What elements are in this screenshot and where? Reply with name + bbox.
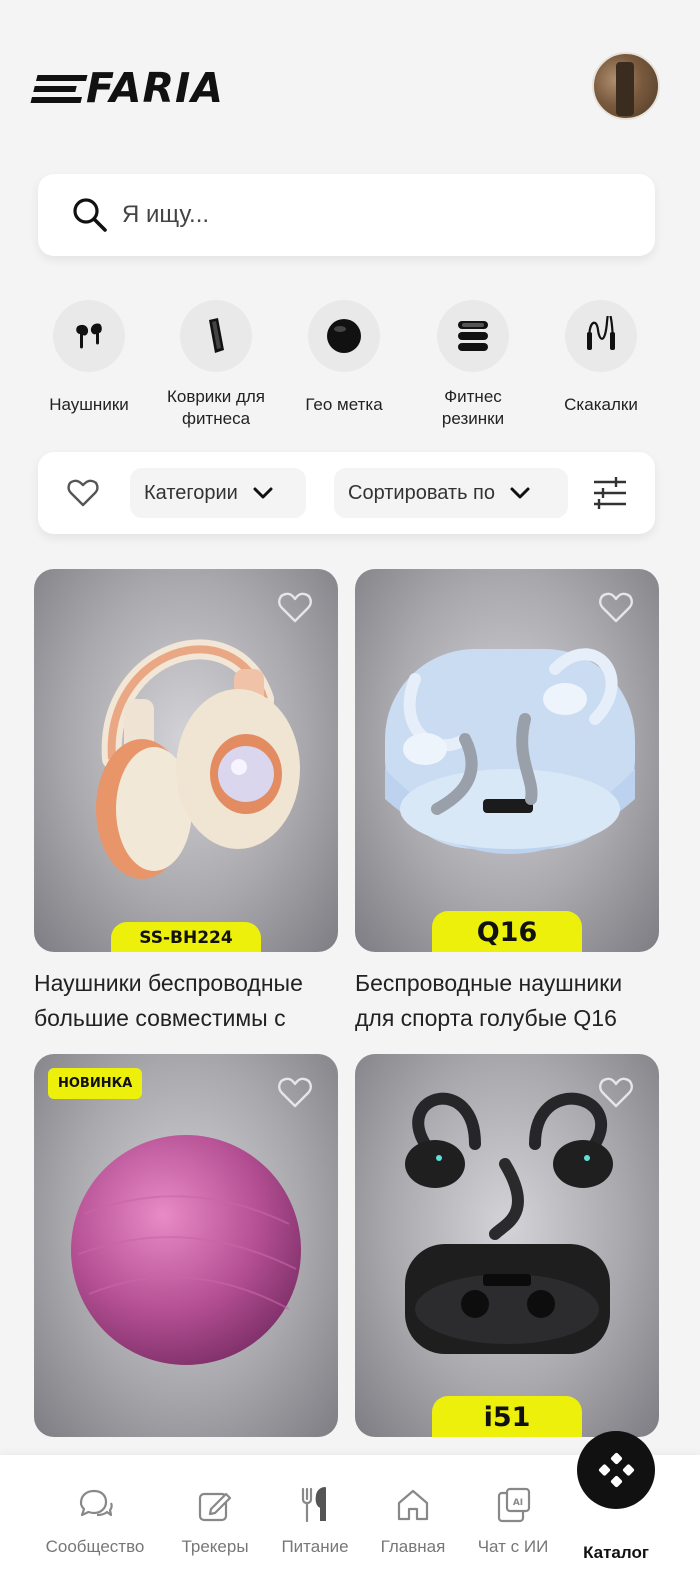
new-badge: НОВИНКА bbox=[48, 1068, 143, 1099]
filter-bar: Категории Сортировать по bbox=[38, 452, 655, 534]
earbuds-icon bbox=[53, 300, 125, 372]
category-label: Фитнес резинки bbox=[441, 387, 505, 428]
tab-nutrition[interactable]: Питание bbox=[260, 1485, 370, 1557]
svg-text:AI: AI bbox=[513, 1498, 523, 1508]
catalog-icon bbox=[598, 1452, 635, 1488]
category-label: Коврики для фитнеса bbox=[166, 387, 266, 428]
tab-home[interactable]: Главная bbox=[358, 1485, 468, 1557]
tab-label: Питание bbox=[281, 1537, 349, 1556]
cutlery-icon bbox=[301, 1487, 326, 1523]
tab-label: Главная bbox=[380, 1537, 446, 1556]
model-tag: SS-BH224 bbox=[111, 922, 261, 952]
search-icon bbox=[73, 198, 107, 232]
jump-rope-icon bbox=[565, 300, 637, 372]
brand-logo[interactable]: FARIA bbox=[30, 64, 225, 112]
search-input[interactable] bbox=[122, 201, 602, 229]
category-strip: Наушники Коврики для фитнеса Гео метка Ф… bbox=[40, 300, 660, 428]
sort-dropdown[interactable]: Сортировать по bbox=[334, 468, 568, 518]
category-item-headphones[interactable]: Наушники bbox=[34, 300, 144, 438]
logo-text: FARIA bbox=[86, 64, 225, 112]
ai-chat-icon: AI bbox=[497, 1487, 531, 1523]
heart-icon[interactable] bbox=[597, 1074, 635, 1112]
resistance-bands-icon bbox=[437, 300, 509, 372]
category-item-jump-ropes[interactable]: Скакалки bbox=[546, 300, 656, 438]
category-item-fitness-mats[interactable]: Коврики для фитнеса bbox=[161, 300, 271, 430]
category-item-geo-tag[interactable]: Гео метка bbox=[289, 300, 399, 438]
heart-icon[interactable] bbox=[276, 589, 314, 627]
product-title[interactable]: Беспроводные наушники для спорта голубые… bbox=[355, 966, 665, 1036]
category-label: Гео метка bbox=[305, 395, 383, 414]
bottom-tab-bar: Сообщество Трекеры Питание Главная AI Ча… bbox=[0, 1431, 700, 1583]
categories-dropdown[interactable]: Категории bbox=[130, 468, 306, 518]
product-card[interactable]: SS-BH224 bbox=[34, 569, 338, 952]
chevron-down-icon bbox=[510, 487, 530, 499]
model-tag: i51 bbox=[432, 1396, 582, 1437]
yoga-mat-icon bbox=[180, 300, 252, 372]
product-card[interactable]: НОВИНКА bbox=[34, 1054, 338, 1437]
search-bar[interactable] bbox=[38, 174, 655, 256]
catalog-fab-button[interactable] bbox=[577, 1431, 655, 1509]
header: FARIA bbox=[30, 50, 660, 122]
tab-trackers[interactable]: Трекеры bbox=[160, 1485, 270, 1557]
category-label: Наушники bbox=[49, 395, 129, 414]
categories-dropdown-label: Категории bbox=[144, 481, 238, 504]
tab-label: Чат с ИИ bbox=[477, 1537, 549, 1556]
chevron-down-icon bbox=[253, 487, 273, 499]
sort-dropdown-label: Сортировать по bbox=[348, 481, 496, 504]
tab-ai-chat[interactable]: AI Чат с ИИ bbox=[458, 1485, 568, 1557]
favorites-heart-icon[interactable] bbox=[66, 476, 100, 510]
home-icon bbox=[397, 1489, 429, 1521]
user-avatar[interactable] bbox=[592, 52, 660, 120]
tab-community[interactable]: Сообщество bbox=[40, 1485, 150, 1557]
community-icon bbox=[79, 1489, 113, 1517]
heart-icon[interactable] bbox=[597, 589, 635, 627]
tracker-edit-icon bbox=[198, 1492, 232, 1522]
product-card[interactable]: Q16 bbox=[355, 569, 659, 952]
tab-label: Сообщество bbox=[45, 1537, 145, 1556]
tab-label: Трекеры bbox=[181, 1537, 249, 1556]
product-card[interactable]: i51 bbox=[355, 1054, 659, 1437]
model-tag: Q16 bbox=[432, 911, 582, 952]
product-title[interactable]: Наушники беспроводные большие совместимы… bbox=[34, 966, 344, 1036]
geo-tag-icon bbox=[308, 300, 380, 372]
heart-icon[interactable] bbox=[276, 1074, 314, 1112]
logo-mark-icon bbox=[30, 74, 88, 103]
category-item-fitness-bands[interactable]: Фитнес резинки bbox=[418, 300, 528, 430]
category-label: Скакалки bbox=[564, 395, 638, 414]
tab-label: Каталог bbox=[583, 1543, 649, 1562]
filter-settings-icon[interactable] bbox=[591, 474, 629, 512]
